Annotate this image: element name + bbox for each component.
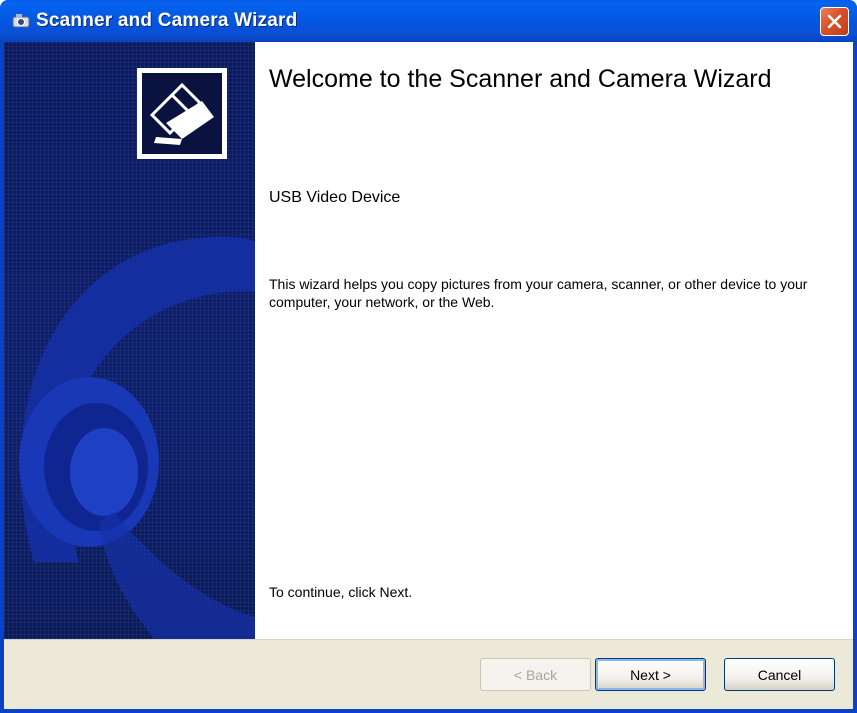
wizard-client-area: Welcome to the Scanner and Camera Wizard… (4, 42, 853, 709)
button-bar: < Back Next > Cancel (4, 639, 853, 709)
back-button[interactable]: < Back (480, 658, 591, 691)
wizard-description: This wizard helps you copy pictures from… (269, 276, 808, 310)
cancel-button[interactable]: Cancel (724, 658, 835, 691)
device-name: USB Video Device (269, 189, 401, 206)
wizard-window: Scanner and Camera Wizard Welcome to the… (0, 0, 857, 713)
wizard-side-panel (4, 42, 255, 639)
wizard-logo (137, 68, 227, 159)
scanner-wizard-icon (149, 82, 214, 145)
title-bar[interactable]: Scanner and Camera Wizard (0, 0, 857, 42)
close-icon (827, 14, 842, 29)
continue-instruction: To continue, click Next. (269, 584, 413, 600)
next-button[interactable]: Next > (595, 658, 706, 691)
window-title: Scanner and Camera Wizard (36, 10, 298, 31)
page-heading: Welcome to the Scanner and Camera Wizard (269, 65, 772, 93)
scanner-camera-icon (11, 12, 31, 30)
close-button[interactable] (820, 7, 849, 36)
